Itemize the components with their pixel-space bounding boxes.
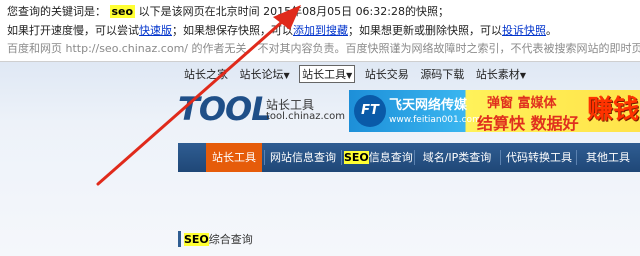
option-text-3: ；如果想更新或删除快照，可以 [348,24,502,37]
mainnav-label: 信息查询 [368,151,413,164]
mainnav-item-domain-ip[interactable]: 域名/IP类查询 [418,143,496,172]
topnav-item-tools[interactable]: 站长工具▼ [299,65,356,83]
main-nav: 站长工具 网站信息查询 SEO信息查询 域名/IP类查询 代码转换工具 其他工具 [178,143,640,172]
mainnav-item-seo[interactable]: SEO信息查询 [344,143,413,172]
logo-mark: TOOL [178,90,272,128]
seo-highlight: SEO [184,233,209,246]
topnav-label: 源码下载 [420,68,465,81]
disclaimer-line: 百度和网页 http://seo.chinaz.com/ 的作者无关，不对其内容… [7,42,640,55]
option-text-2: ；如果想保存快照，可以 [172,24,293,37]
nav-divider [500,150,501,165]
banner-slogan-2: 结算快 数据好 [477,114,579,132]
disclaimer-text-2: 的作者无关，不对其内容负责。百度快照谨为网络故障时之索引，不代表被搜索网站的即时… [191,42,640,55]
snapshot-header: 您查询的关键词是： seo 以下是该网页在北京时间 2015年08月05日 06… [0,0,640,62]
snapshot-info-line: 您查询的关键词是： seo 以下是该网页在北京时间 2015年08月05日 06… [7,5,449,18]
mainnav-item-code-convert[interactable]: 代码转换工具 [504,143,574,172]
topnav-item-source[interactable]: 源码下载 [418,65,466,83]
page-content: 站长之家 站长论坛▼ 站长工具▼ 站长交易 源码下载 站长素材▼ TOOL 站长… [0,62,640,256]
nav-divider [341,150,342,165]
banner-site: www.feitian001.com [389,115,481,125]
banner-brand: 飞天网络传媒 [389,98,468,113]
keyword-highlight: seo [109,5,136,18]
nav-divider [414,150,415,165]
option-text-4: 。 [546,24,557,37]
feitian-logo-icon: FT [354,95,386,127]
nav-divider [576,150,577,165]
disclaimer-text-1: 百度和网页 [7,42,62,55]
section-title: SEO综合查询 [178,231,304,247]
snapshot-time: 2015年08月05日 06:32:28 [263,5,405,18]
mainnav-label: 域名/IP类查询 [422,151,492,164]
fast-version-link[interactable]: 快速版 [139,24,172,37]
complain-snapshot-link[interactable]: 投诉快照 [502,24,546,37]
topnav-item-forum[interactable]: 站长论坛▼ [238,65,292,83]
nav-divider [264,150,265,165]
snapshot-options-line: 如果打开速度慢，可以尝试快速版；如果想保存快照，可以添加到搜藏；如果想更新或删除… [7,24,557,37]
mainnav-item-other[interactable]: 其他工具 [580,143,636,172]
mainnav-label: 网站信息查询 [270,151,336,164]
mainnav-item-tools[interactable]: 站长工具 [206,143,262,172]
mainnav-label: 代码转换工具 [506,151,572,164]
topnav-item-zhanzhang[interactable]: 站长之家 [182,65,230,83]
option-text-1: 如果打开速度慢，可以尝试 [7,24,139,37]
topnav-label: 站长交易 [364,68,409,81]
source-url: http://seo.chinaz.com/ [65,42,189,55]
logo-domain: tool.chinaz.com [266,111,345,122]
banner-earn: 赚钱 [587,95,640,125]
mainnav-label: 其他工具 [586,151,630,164]
chevron-down-icon: ▼ [283,71,290,80]
add-to-favorites-link[interactable]: 添加到搜藏 [293,24,348,37]
section-title-text: 综合查询 [208,233,253,246]
chevron-down-icon: ▼ [519,71,526,80]
banner-slogan-1: 弹窗 富媒体 [487,96,557,111]
top-nav: 站长之家 站长论坛▼ 站长工具▼ 站长交易 源码下载 站长素材▼ [182,65,532,83]
topnav-item-trade[interactable]: 站长交易 [363,65,411,83]
topnav-label: 站长之家 [184,68,228,81]
chevron-down-icon: ▼ [346,71,353,80]
snapshot-time-suffix: 的快照； [404,5,449,18]
ad-banner[interactable]: FT 飞天网络传媒 www.feitian001.com 弹窗 富媒体 结算快 … [349,90,640,132]
topnav-item-material[interactable]: 站长素材▼ [474,65,528,83]
mainnav-label: 站长工具 [212,151,256,164]
seo-highlight: SEO [344,151,369,164]
topnav-label: 站长论坛 [239,68,284,81]
keyword-prefix: 您查询的关键词是： [7,5,106,18]
mainnav-item-site-info[interactable]: 网站信息查询 [268,143,338,172]
topnav-label: 站长素材 [475,68,520,81]
site-logo[interactable]: TOOL 站长工具 tool.chinaz.com [178,84,345,134]
topnav-label: 站长工具 [302,68,347,81]
snapshot-time-prefix: 以下是该网页在北京时间 [138,5,260,18]
